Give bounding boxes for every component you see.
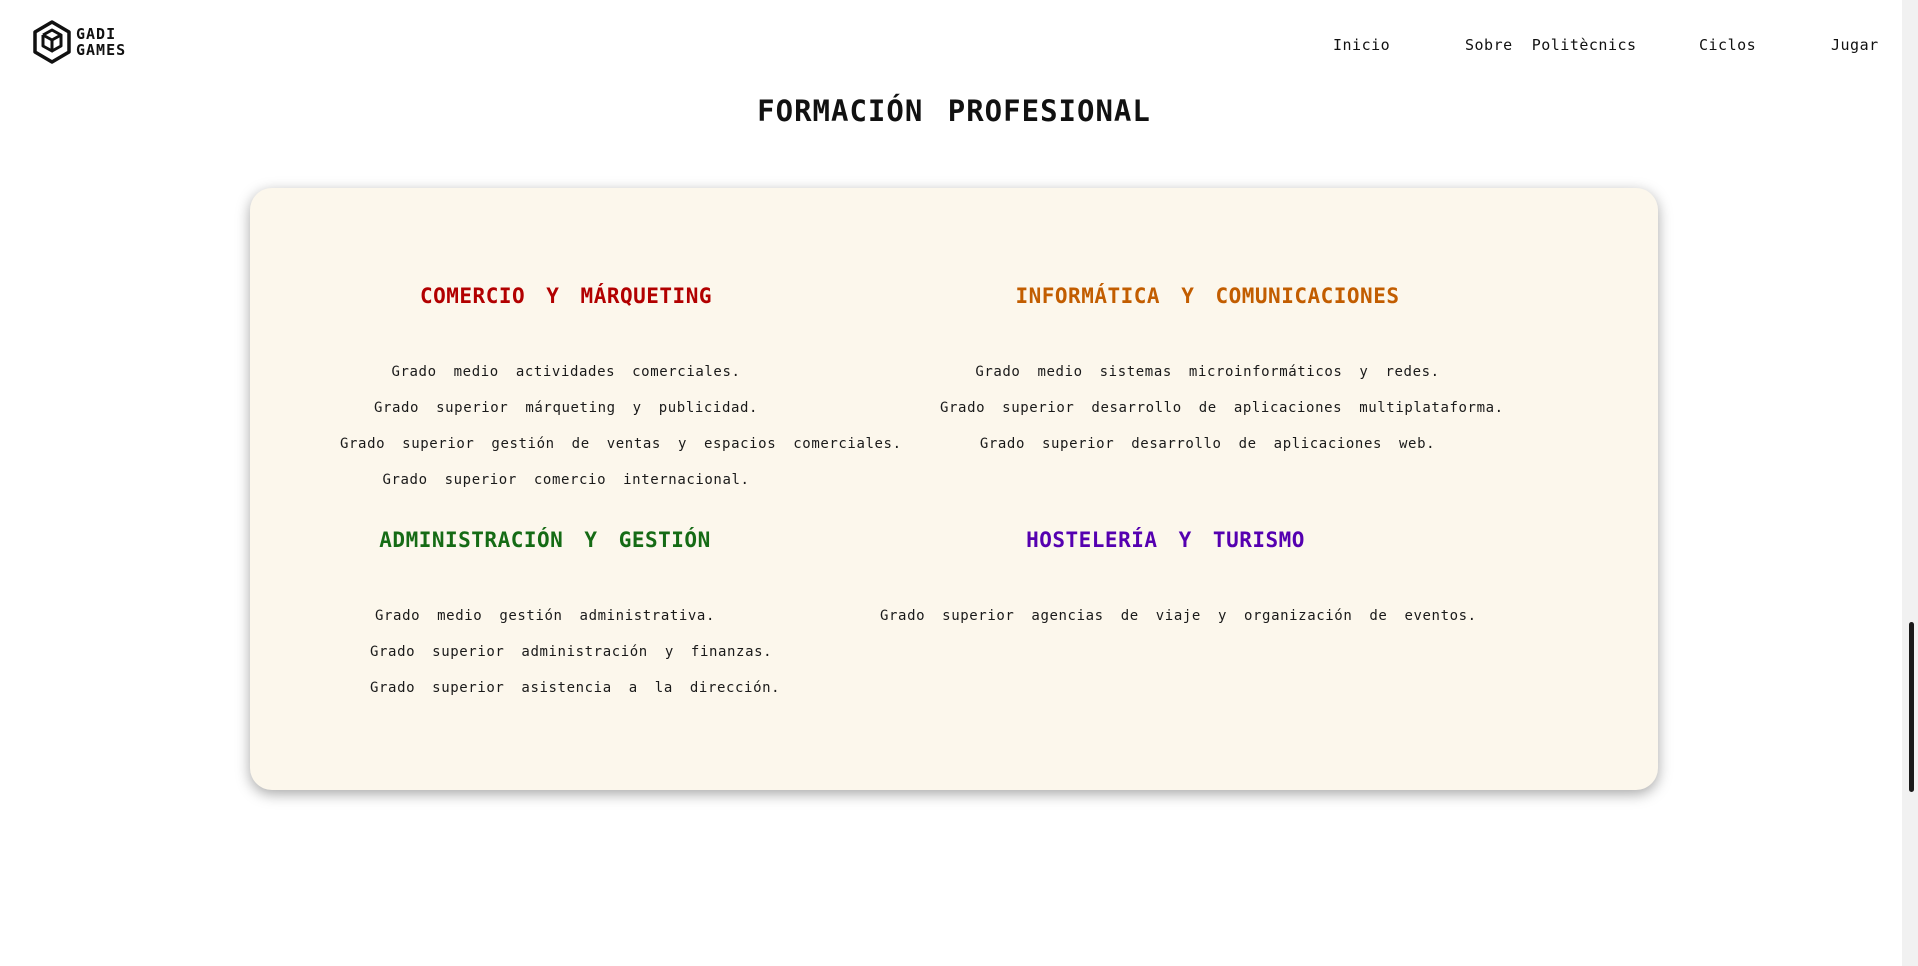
page: GADI GAMES Inicio Sobre Politècnics Cicl…: [0, 0, 1918, 966]
section-title: INFORMÁTICA Y COMUNICACIONES: [1015, 284, 1400, 308]
course-item: Grado superior gestión de ventas y espac…: [340, 436, 902, 452]
page-title: FORMACIÓN PROFESIONAL: [757, 94, 1151, 128]
section-title: HOSTELERÍA Y TURISMO: [1026, 528, 1305, 552]
nav-link-inicio[interactable]: Inicio: [1333, 36, 1390, 54]
main-nav: Inicio Sobre Politècnics Ciclos Jugar: [0, 36, 1918, 60]
course-item: Grado medio gestión administrativa.: [374, 608, 715, 624]
course-item: Grado superior márqueting y publicidad.: [373, 400, 759, 416]
section-administracion-gestion: ADMINISTRACIÓN Y GESTIÓN Grado medio ges…: [370, 528, 781, 706]
courses-card: COMERCIO Y MÁRQUETING Grado medio activi…: [250, 188, 1658, 790]
section-title: COMERCIO Y MÁRQUETING: [419, 284, 712, 308]
course-item: Grado superior asistencia a la dirección…: [370, 680, 781, 696]
course-item: Grado superior agencias de viaje y organ…: [880, 608, 1477, 624]
section-informatica-comunicaciones: INFORMÁTICA Y COMUNICACIONES Grado medio…: [940, 284, 1504, 462]
course-item: Grado medio sistemas microinformáticos y…: [975, 364, 1440, 380]
course-item: Grado medio actividades comerciales.: [391, 364, 741, 380]
section-title: ADMINISTRACIÓN Y GESTIÓN: [379, 528, 711, 552]
nav-link-ciclos[interactable]: Ciclos: [1699, 36, 1756, 54]
course-item: Grado superior desarrollo de aplicacione…: [979, 436, 1436, 452]
course-list: Grado superior agencias de viaje y organ…: [880, 598, 1477, 634]
section-comercio-marqueting: COMERCIO Y MÁRQUETING Grado medio activi…: [340, 284, 902, 498]
course-list: Grado medio sistemas microinformáticos y…: [940, 354, 1504, 462]
course-item: Grado superior comercio internacional.: [382, 472, 750, 488]
vertical-scrollbar[interactable]: [1902, 0, 1918, 966]
course-item: Grado superior desarrollo de aplicacione…: [940, 400, 1504, 416]
nav-link-sobre-politecnics[interactable]: Sobre Politècnics: [1465, 36, 1637, 54]
section-hosteleria-turismo: HOSTELERÍA Y TURISMO Grado superior agen…: [880, 528, 1477, 634]
nav-link-jugar[interactable]: Jugar: [1831, 36, 1879, 54]
course-item: Grado superior administración y finanzas…: [370, 644, 773, 660]
scrollbar-thumb[interactable]: [1909, 622, 1914, 792]
course-list: Grado medio gestión administrativa. Grad…: [370, 598, 781, 706]
course-list: Grado medio actividades comerciales. Gra…: [340, 354, 902, 498]
